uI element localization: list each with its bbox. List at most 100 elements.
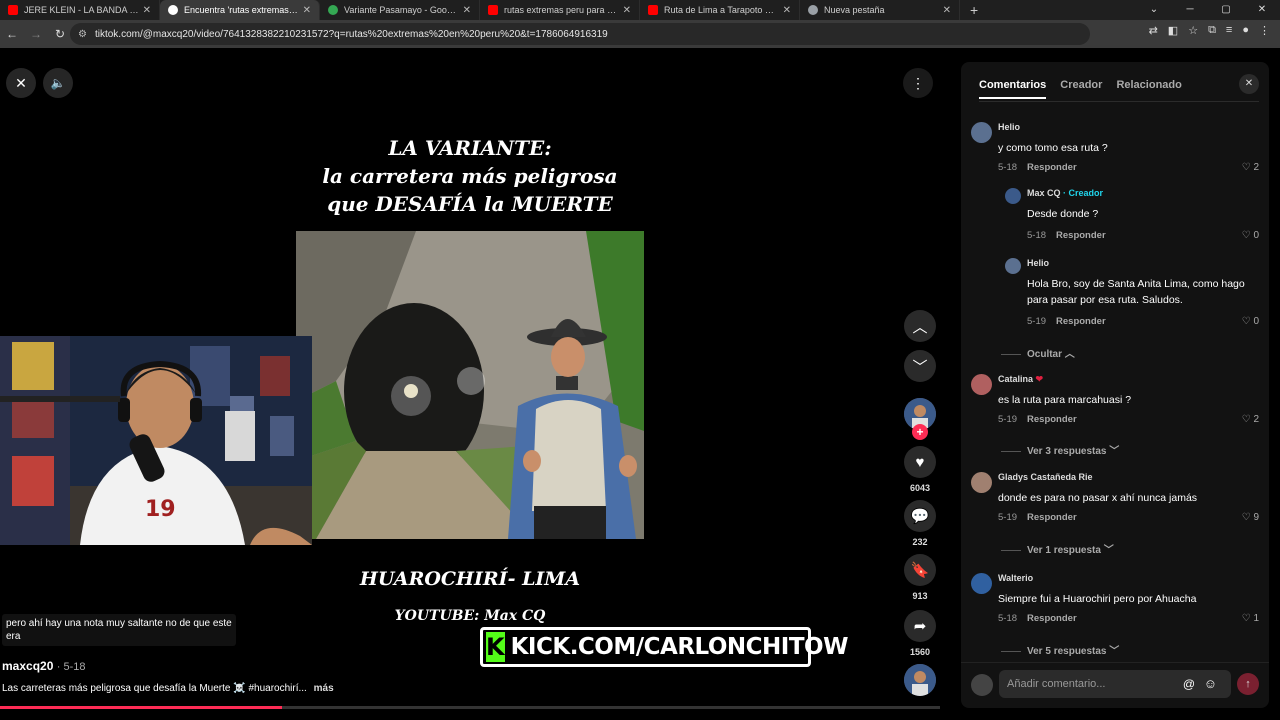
browser-tab[interactable]: Nueva pestaña ✕ xyxy=(800,0,960,20)
comment-author[interactable]: Max CQ · Creador xyxy=(1027,188,1103,198)
minimize-icon[interactable]: ─ xyxy=(1172,0,1208,20)
music-disc-avatar[interactable] xyxy=(904,664,936,696)
creator-badge: · Creador xyxy=(1063,188,1104,198)
avatar[interactable] xyxy=(971,472,992,493)
reload-icon[interactable]: ↻ xyxy=(48,27,72,41)
view-replies-button[interactable]: Ver 3 respuestas ﹀ xyxy=(1001,442,1119,457)
like-count: 1 xyxy=(1253,613,1259,624)
avatar[interactable] xyxy=(971,122,992,143)
close-tab-icon[interactable]: ✕ xyxy=(303,5,311,16)
comments-panel: Comentarios Creador Relacionado ✕ Helio … xyxy=(961,62,1269,708)
close-tab-icon[interactable]: ✕ xyxy=(943,5,951,16)
browser-tab-active[interactable]: Encuentra 'rutas extremas en p ✕ xyxy=(160,0,320,20)
reply-author-name[interactable]: Max CQ xyxy=(1027,188,1061,198)
comment-author[interactable]: Catalina ❤ xyxy=(998,374,1043,385)
comment-like[interactable]: ♡ 9 xyxy=(1242,512,1259,523)
tab-title: rutas extremas peru para biker xyxy=(504,5,619,15)
comment-meta: 5-19 Responder xyxy=(998,512,1077,523)
extensions-puzzle-icon[interactable]: ⧉ xyxy=(1208,24,1216,37)
reply-button[interactable]: Responder xyxy=(1027,613,1077,624)
comment-like[interactable]: ♡ 2 xyxy=(1242,162,1259,173)
video-title-text: LA VARIANTE: la carretera más peligrosa … xyxy=(296,134,644,218)
view-replies-button[interactable]: Ver 5 respuestas ﹀ xyxy=(1001,642,1119,657)
comment-like[interactable]: ♡ 1 xyxy=(1242,613,1259,624)
more-options-icon[interactable]: ⋮ xyxy=(903,68,933,98)
site-info-icon[interactable]: ⚙ xyxy=(78,29,87,40)
url-text: tiktok.com/@maxcq20/video/76413283822102… xyxy=(94,28,608,40)
video-progress-bar[interactable] xyxy=(0,706,940,709)
avatar[interactable] xyxy=(1005,188,1021,204)
share-arrow-icon[interactable]: ➦ xyxy=(904,610,936,642)
tab-relacionado[interactable]: Relacionado xyxy=(1116,79,1181,99)
close-tab-icon[interactable]: ✕ xyxy=(783,5,791,16)
bookmark-icon[interactable]: 🔖 xyxy=(904,554,936,586)
url-bar[interactable]: ⚙ tiktok.com/@maxcq20/video/764132838221… xyxy=(70,23,1090,45)
reading-list-icon[interactable]: ≡ xyxy=(1226,24,1232,37)
avatar[interactable] xyxy=(971,374,992,395)
extension-icon[interactable]: ◧ xyxy=(1168,24,1178,37)
comment-like[interactable]: ♡ 2 xyxy=(1242,414,1259,425)
tab-search-icon[interactable]: ⌄ xyxy=(1136,0,1172,20)
video-frame-tunnel[interactable] xyxy=(296,231,644,539)
view-replies-button[interactable]: Ver 1 respuesta ﹀ xyxy=(1001,541,1114,556)
browser-tab[interactable]: Ruta de Lima a Tarapoto en mo ✕ xyxy=(640,0,800,20)
reply-button[interactable]: Responder xyxy=(1056,316,1106,327)
comment-icon[interactable]: 💬 xyxy=(904,500,936,532)
comment-author[interactable]: Helio xyxy=(1027,258,1049,268)
browser-tab[interactable]: rutas extremas peru para biker ✕ xyxy=(480,0,640,20)
browser-tab[interactable]: Variante Pasamayo - Google M ✕ xyxy=(320,0,480,20)
browser-tab[interactable]: JERE KLEIN - LA BANDA (Letra/ ✕ xyxy=(0,0,160,20)
close-tab-icon[interactable]: ✕ xyxy=(143,5,151,16)
like-heart-icon[interactable]: ♥ xyxy=(904,446,936,478)
reply-button[interactable]: Responder xyxy=(1027,162,1077,173)
comment-input[interactable]: Añadir comentario... xyxy=(999,670,1231,698)
hide-replies-button[interactable]: Ocultar ︿ xyxy=(1001,345,1075,360)
reply-button[interactable]: Responder xyxy=(1027,414,1077,425)
menu-icon[interactable]: ⋮ xyxy=(1259,24,1270,37)
comment-like[interactable]: ♡ 0 xyxy=(1242,316,1259,327)
translate-icon[interactable]: ⇄ xyxy=(1149,24,1158,37)
comment-author[interactable]: Walterio xyxy=(998,573,1033,583)
send-arrow-icon[interactable]: ↑ xyxy=(1237,673,1259,695)
close-tab-icon[interactable]: ✕ xyxy=(623,5,631,16)
comment-text: y como tomo esa ruta ? xyxy=(998,142,1108,154)
close-tab-icon[interactable]: ✕ xyxy=(463,5,471,16)
bookmark-star-icon[interactable]: ☆ xyxy=(1188,24,1198,37)
tab-creador[interactable]: Creador xyxy=(1060,79,1102,99)
comment-author[interactable]: Gladys Castañeda Rie xyxy=(998,472,1093,482)
follow-plus-button[interactable]: + xyxy=(912,424,928,440)
forward-icon[interactable]: → xyxy=(24,27,48,41)
reply-button[interactable]: Responder xyxy=(1027,512,1077,523)
close-window-icon[interactable]: ✕ xyxy=(1244,0,1280,20)
maximize-icon[interactable]: ▢ xyxy=(1208,0,1244,20)
new-tab-button[interactable]: + xyxy=(960,0,988,20)
comment-date: 5-18 xyxy=(998,613,1018,624)
mention-icon[interactable]: @ xyxy=(1183,677,1195,691)
youtube-icon xyxy=(8,5,18,15)
tab-title: JERE KLEIN - LA BANDA (Letra/ xyxy=(24,5,139,15)
previous-video-button[interactable]: ︿ xyxy=(904,310,936,342)
emoji-icon[interactable]: ☺ xyxy=(1204,676,1217,691)
avatar[interactable] xyxy=(971,573,992,594)
comment-date: 5-18 xyxy=(998,162,1018,173)
comment-meta: 5-18 Responder xyxy=(1027,230,1106,241)
video-author[interactable]: maxcq20 · 5-18 xyxy=(2,659,85,673)
music-disc-image xyxy=(904,664,936,696)
share-count: 1560 xyxy=(909,647,931,657)
more-link[interactable]: más xyxy=(314,683,334,694)
hide-label: Ocultar xyxy=(1027,349,1063,360)
author-handle[interactable]: maxcq20 xyxy=(2,659,53,673)
profile-icon[interactable]: ● xyxy=(1242,24,1249,37)
close-panel-icon[interactable]: ✕ xyxy=(1239,74,1259,94)
volume-icon[interactable]: 🔈 xyxy=(43,68,73,98)
back-icon[interactable]: ← xyxy=(0,27,24,41)
comment-author[interactable]: Helio xyxy=(998,122,1020,132)
reply-button[interactable]: Responder xyxy=(1056,230,1106,241)
avatar[interactable] xyxy=(1005,258,1021,274)
next-video-button[interactable]: ﹀ xyxy=(904,350,936,382)
comment-like[interactable]: ♡ 0 xyxy=(1242,230,1259,241)
tab-comentarios[interactable]: Comentarios xyxy=(979,79,1047,99)
close-video-button[interactable]: ✕ xyxy=(6,68,36,98)
svg-text:19: 19 xyxy=(145,497,176,522)
comment-author-name[interactable]: Catalina xyxy=(998,374,1033,384)
